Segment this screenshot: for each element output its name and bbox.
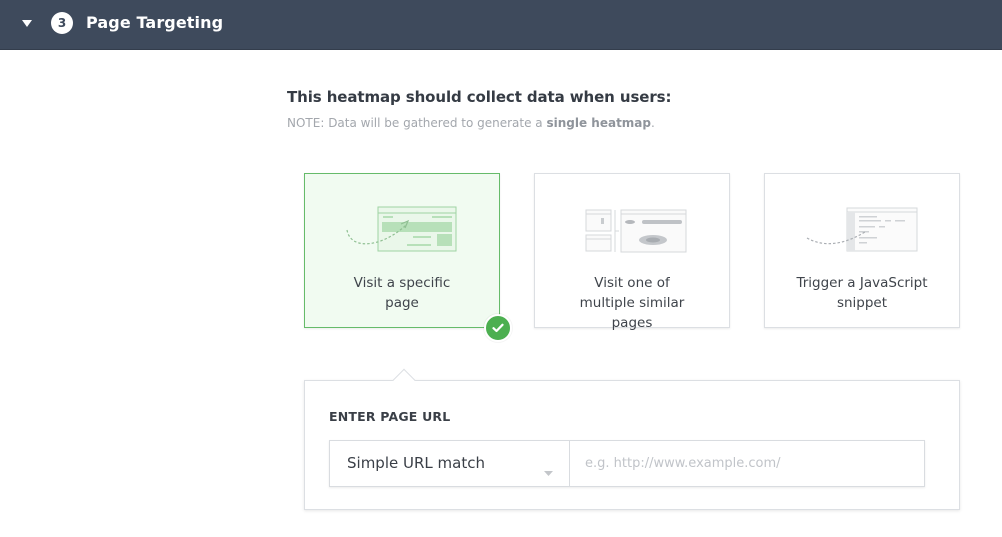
option-card-javascript-snippet[interactable]: Trigger a JavaScript snippet — [764, 173, 960, 328]
chevron-down-icon — [544, 461, 553, 480]
option-label: Visit a specific page — [353, 275, 451, 311]
enter-page-url-label: ENTER PAGE URL — [329, 409, 451, 424]
url-input-group: Simple URL match — [329, 440, 925, 487]
page-url-panel: ENTER PAGE URL Simple URL match — [304, 368, 960, 510]
note-suffix: . — [651, 116, 655, 130]
section-header[interactable]: 3 Page Targeting — [0, 0, 1002, 50]
note-emphasis: single heatmap — [546, 116, 651, 130]
javascript-trigger-illustration-icon — [765, 196, 959, 266]
note-prefix: NOTE: Data will be gathered to generate … — [287, 116, 547, 130]
triangle-down-icon[interactable] — [21, 19, 33, 29]
option-label: Visit one of multiple similar pages — [579, 275, 685, 331]
option-card-specific-page[interactable]: Visit a specific page — [304, 173, 500, 328]
multiple-pages-heatmap-illustration-icon — [535, 196, 729, 266]
prompt-note: NOTE: Data will be gathered to generate … — [287, 116, 655, 130]
option-label: Trigger a JavaScript snippet — [796, 275, 928, 311]
option-card-multiple-pages[interactable]: Visit one of multiple similar pages — [534, 173, 730, 331]
check-icon — [484, 314, 512, 342]
prompt-heading: This heatmap should collect data when us… — [287, 88, 672, 106]
single-page-arrow-illustration-icon — [305, 196, 499, 266]
section-title: Page Targeting — [86, 13, 224, 32]
panel-pointer — [392, 368, 416, 392]
select-value: Simple URL match — [347, 454, 485, 472]
step-number-badge: 3 — [51, 12, 73, 34]
url-match-type-select[interactable]: Simple URL match — [330, 441, 570, 486]
page-url-input[interactable] — [570, 441, 924, 486]
